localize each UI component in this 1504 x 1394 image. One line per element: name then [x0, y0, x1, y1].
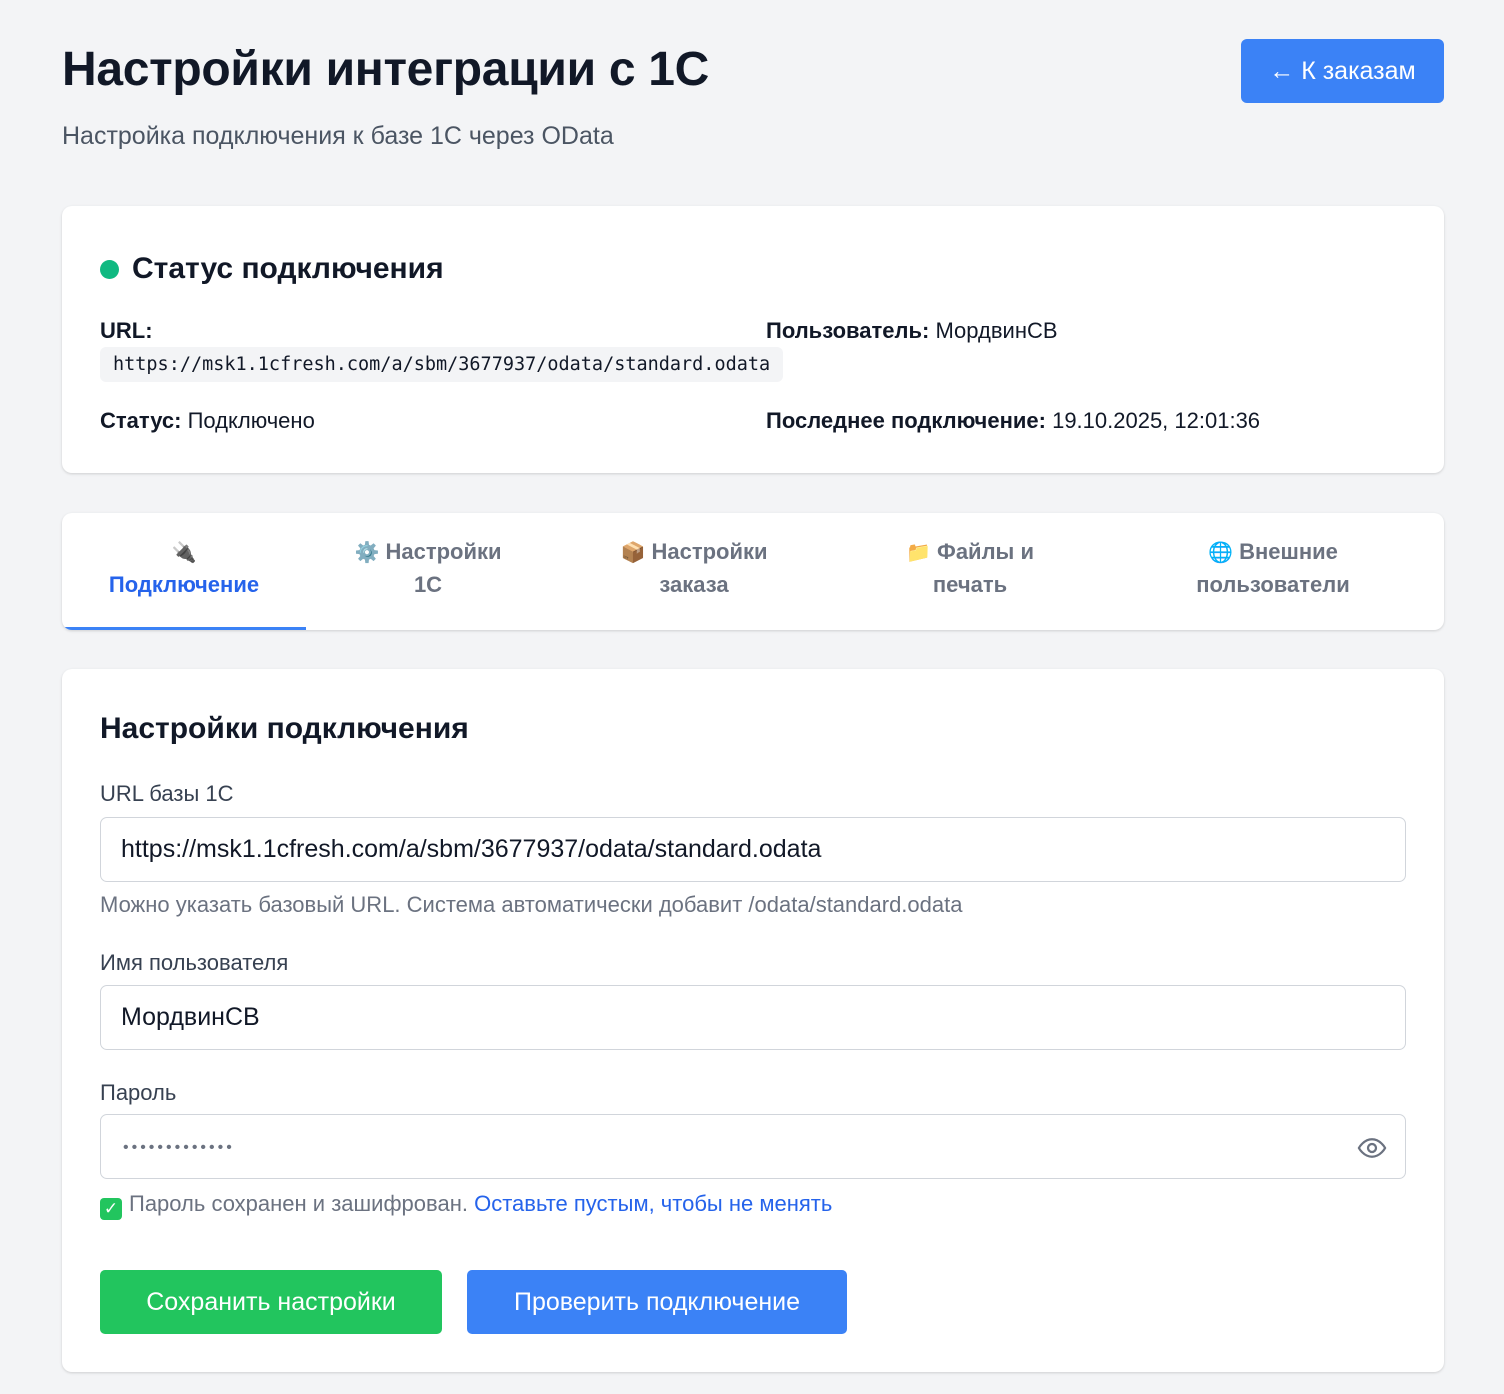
username-input[interactable]: [100, 985, 1406, 1050]
tab-label: 🌐 Внешние: [1208, 536, 1338, 569]
gear-icon: ⚙️: [354, 542, 380, 564]
url-hint: Можно указать базовый URL. Система автом…: [100, 892, 963, 917]
page-title: Настройки интеграции с 1С: [62, 43, 710, 96]
state-label: Статус:: [100, 408, 182, 433]
tab-label-line2: заказа: [659, 572, 729, 597]
tab-label: 📦 Настройки: [620, 536, 767, 569]
package-icon: 📦: [620, 542, 646, 564]
tab-label-line1: Настройки: [385, 539, 502, 564]
folder-icon: 📁: [906, 542, 931, 564]
user-value: МордвинСВ: [935, 318, 1058, 343]
globe-icon: 🌐: [1208, 542, 1233, 564]
password-mask: •••••••••••••: [123, 1139, 235, 1156]
password-hint-link[interactable]: Оставьте пустым, чтобы не менять: [474, 1191, 832, 1216]
tab-label: 📁 Файлы и: [906, 536, 1034, 569]
status-url-value: https://msk1.1cfresh.com/a/sbm/3677937/o…: [100, 347, 784, 382]
url-label: URL:: [100, 318, 153, 343]
status-indicator-dot: [100, 259, 119, 279]
tab-connection[interactable]: 🔌 Подключение: [62, 513, 306, 630]
status-url-label: URL:: [100, 318, 153, 344]
page-subtitle: Настройка подключения к базе 1С через OD…: [62, 122, 614, 150]
username-field-label: Имя пользователя: [100, 950, 289, 975]
password-field-label: Пароль: [100, 1080, 177, 1105]
last-connection-label: Последнее подключение:: [766, 408, 1046, 433]
connection-status-card: Статус подключения URL: https://msk1.1cf…: [62, 206, 1444, 473]
tab-label-line1: Внешние: [1239, 539, 1338, 564]
password-hint: ✓ Пароль сохранен и зашифрован. Оставьте …: [100, 1191, 832, 1220]
eye-icon[interactable]: [1357, 1133, 1387, 1163]
status-last-connection: Последнее подключение: 19.10.2025, 12:01…: [766, 408, 1260, 434]
status-title: Статус подключения: [132, 252, 444, 285]
tab-label-line2: печать: [932, 572, 1008, 597]
tab-label-line2: 1С: [413, 572, 443, 597]
tab-label: ⚙️ Настройки: [354, 536, 501, 569]
check-icon: ✓: [100, 1198, 122, 1220]
back-to-orders-button[interactable]: ← К заказам: [1241, 39, 1444, 103]
tab-label-line2: пользователи: [1196, 572, 1350, 597]
state-value: Подключено: [187, 408, 315, 433]
tab-files-print[interactable]: 📁 Файлы и печать: [838, 513, 1102, 630]
password-input[interactable]: •••••••••••••: [100, 1114, 1406, 1179]
form-title: Настройки подключения: [100, 712, 469, 745]
status-user: Пользователь: МордвинСВ: [766, 318, 1058, 344]
last-connection-value: 19.10.2025, 12:01:36: [1052, 408, 1261, 433]
plug-icon: 🔌: [171, 541, 197, 564]
status-heading: Статус подключения: [100, 252, 444, 286]
page-header: Настройки интеграции с 1С Настройка подк…: [62, 0, 1444, 206]
tab-order-settings[interactable]: 📦 Настройки заказа: [550, 513, 838, 630]
url-field-label: URL базы 1С: [100, 781, 234, 806]
tab-1c-settings[interactable]: ⚙️ Настройки 1С: [306, 513, 550, 630]
save-settings-button[interactable]: Сохранить настройки: [100, 1270, 442, 1334]
settings-tabs: 🔌 Подключение ⚙️ Настройки 1С 📦 Настройк…: [62, 513, 1444, 630]
tab-label-line1: Файлы и: [937, 539, 1034, 564]
status-state: Статус: Подключено: [100, 408, 315, 434]
tab-label-line1: Настройки: [651, 539, 768, 564]
url-input[interactable]: [100, 817, 1406, 882]
tab-external-users[interactable]: 🌐 Внешние пользователи: [1102, 513, 1444, 630]
connection-settings-form: Настройки подключения URL базы 1С Можно …: [62, 669, 1444, 1372]
test-connection-button[interactable]: Проверить подключение: [467, 1270, 847, 1334]
user-label: Пользователь:: [766, 318, 930, 343]
tab-label: Подключение: [108, 571, 260, 597]
password-hint-text: Пароль сохранен и зашифрован.: [129, 1191, 468, 1216]
page: Настройки интеграции с 1С Настройка подк…: [0, 0, 1504, 1394]
